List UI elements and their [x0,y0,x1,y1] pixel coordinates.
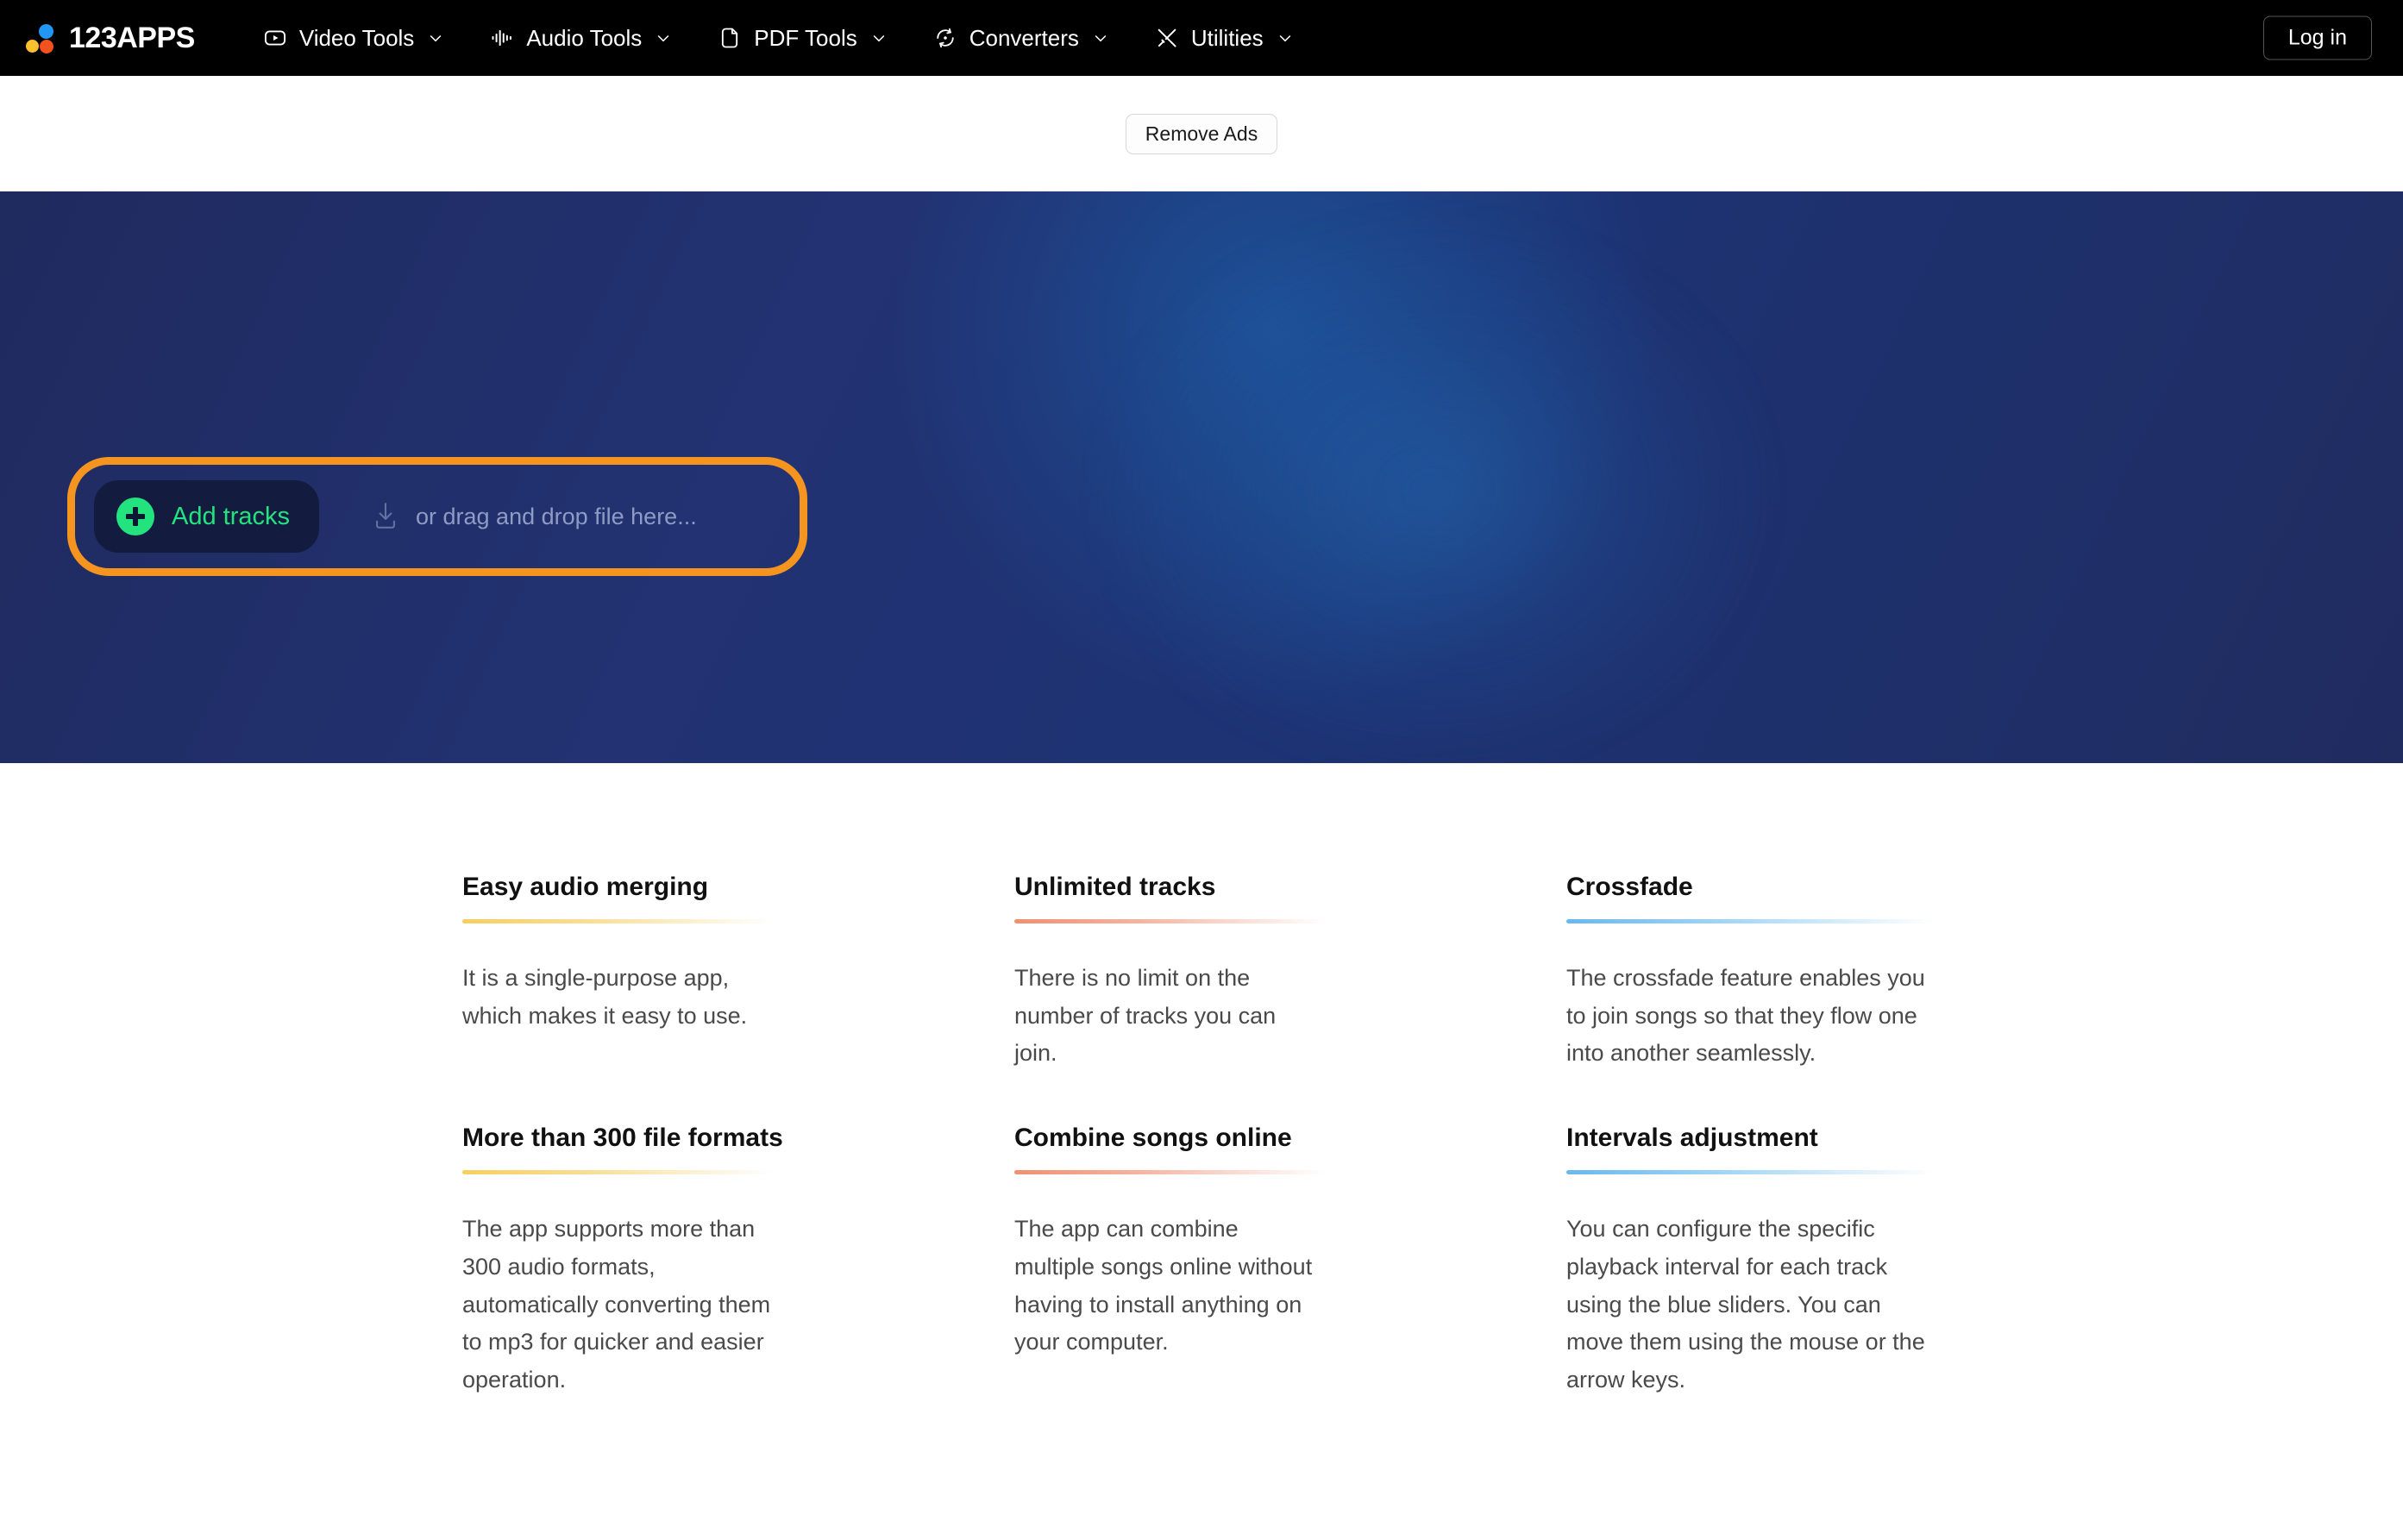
site-logo[interactable]: 123APPS [26,22,195,53]
feature-underline [1566,1170,1933,1175]
feature-body: The crossfade feature enables you to joi… [1566,965,1925,1067]
nav-item-pdf-tools[interactable]: PDF Tools [694,16,909,59]
feature-body: You can configure the specific playback … [1566,1216,1925,1393]
nav-item-converters[interactable]: Converters [910,16,1132,59]
logo-wordmark: 123APPS [69,22,195,54]
chevron-down-icon [870,29,888,47]
nav-item-utilities[interactable]: Utilities [1132,16,1316,59]
chevron-down-icon [655,29,672,47]
chevron-down-icon [427,29,444,47]
crossed-tools-icon [1154,25,1180,51]
feature-underline [1014,1170,1325,1175]
audio-waveform-icon [489,25,515,51]
feature-title: Easy audio merging [462,873,709,901]
nav-menu: Video Tools Audio Tools PDF Tools Conver… [240,16,1316,59]
circular-refresh-icon [932,25,958,51]
plus-icon [116,498,154,535]
add-tracks-dropzone-highlight: Add tracks or drag and drop file here... [67,457,807,576]
feature-underline [462,1170,773,1175]
feature-body: The app supports more than 300 audio for… [462,1216,771,1393]
nav-item-video-tools[interactable]: Video Tools [240,16,467,59]
logo-dots-icon [26,22,57,53]
chevron-down-icon [1277,29,1294,47]
add-tracks-button[interactable]: Add tracks [94,480,319,553]
download-arrow-icon [371,500,400,533]
feature-title: More than 300 file formats [462,1124,783,1153]
add-tracks-label: Add tracks [172,502,290,530]
top-navigation-bar: 123APPS Video Tools Audio Tools PDF Tool… [0,0,2403,76]
remove-ads-button[interactable]: Remove Ads [1125,113,1278,154]
file-dropzone[interactable]: Add tracks or drag and drop file here... [75,465,800,568]
document-page-icon [717,25,743,51]
feature-body: It is a single-purpose app, which makes … [462,965,748,1029]
nav-item-label: Audio Tools [526,25,643,51]
feature-underline [1014,919,1325,923]
nav-item-label: Converters [969,25,1079,51]
feature-underline [1566,919,1933,923]
feature-card: More than 300 file formats The app suppo… [462,1123,783,1399]
nav-item-label: Utilities [1190,25,1264,51]
feature-card: Easy audio merging It is a single-purpos… [462,872,773,1073]
feature-underline [462,919,773,923]
feature-title: Unlimited tracks [1014,873,1216,901]
drag-hint-text: or drag and drop file here... [416,503,697,529]
feature-title: Intervals adjustment [1566,1124,1818,1153]
login-button[interactable]: Log in [2262,16,2372,60]
nav-item-audio-tools[interactable]: Audio Tools [467,16,694,59]
feature-body: There is no limit on the number of track… [1014,965,1277,1067]
feature-card: Combine songs online The app can combine… [1014,1123,1325,1399]
hero-glow-decoration [1105,225,1761,761]
feature-card: Intervals adjustment You can configure t… [1566,1123,1933,1399]
feature-card: Unlimited tracks There is no limit on th… [1014,872,1325,1073]
nav-item-label: Video Tools [298,25,415,51]
features-grid: Easy audio merging It is a single-purpos… [462,872,2006,1399]
ad-strip: Remove Ads [0,76,2403,191]
audio-joiner-editor: Add tracks or drag and drop file here... [0,191,2403,763]
feature-title: Crossfade [1566,873,1693,901]
drag-and-drop-hint: or drag and drop file here... [371,500,697,533]
feature-card: Crossfade The crossfade feature enables … [1566,872,1933,1073]
feature-body: The app can combine multiple songs onlin… [1014,1216,1313,1355]
chevron-down-icon [1092,29,1109,47]
nav-item-label: PDF Tools [754,25,857,51]
video-play-box-icon [262,25,288,51]
feature-title: Combine songs online [1014,1124,1292,1153]
features-section: Easy audio merging It is a single-purpos… [0,763,2403,1399]
